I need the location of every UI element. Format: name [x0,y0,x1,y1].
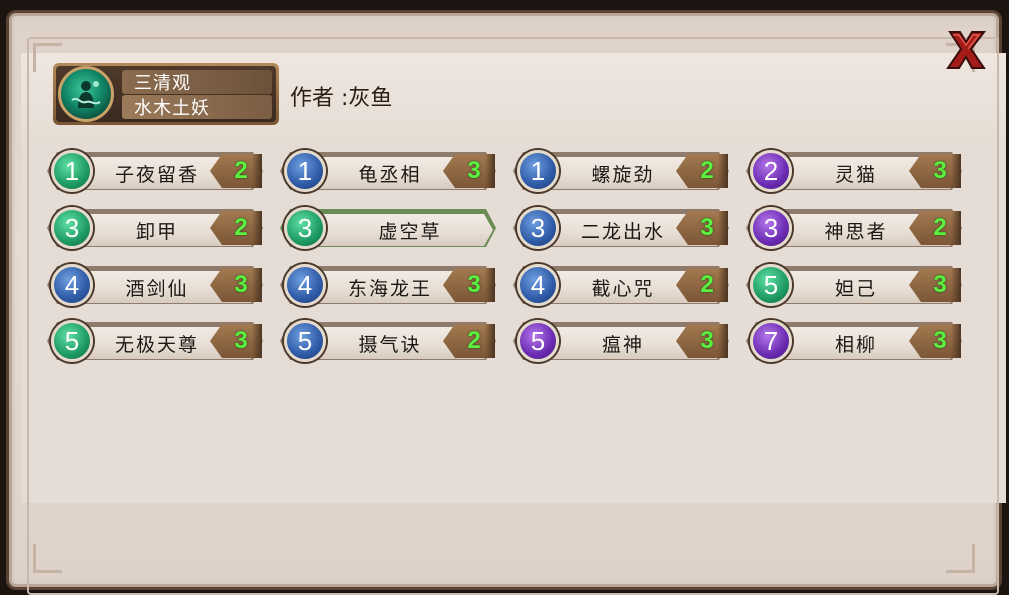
card-cost-gem: 1 [51,150,93,192]
card-name: 截心咒 [591,278,655,300]
card-cost-gem: 4 [51,264,93,306]
card-quantity-value: 3 [933,157,947,184]
card-cost-gem: 2 [750,150,792,192]
card-cost-gem: 7 [750,320,792,362]
card-name: 龟丞相 [358,164,422,186]
card-entry[interactable]: 东海龙王 3 4 [280,264,498,306]
corner-ornament [946,544,975,573]
card-name: 酒剑仙 [125,278,189,300]
card-entry[interactable]: 酒剑仙 3 4 [47,264,265,306]
card-name: 无极天尊 [114,334,199,356]
card-cost-gem: 3 [51,207,93,249]
card-cost-gem: 1 [517,150,559,192]
close-button[interactable] [944,28,988,72]
card-quantity-value: 3 [234,271,248,298]
card-cost-gem: 3 [517,207,559,249]
card-quantity-value: 3 [234,327,248,354]
card-entry[interactable]: 龟丞相 3 1 [280,150,498,192]
card-name: 摄气诀 [358,334,422,356]
card-name: 子夜留香 [114,164,199,186]
card-quantity-value: 3 [467,157,481,184]
card-entry[interactable]: 截心咒 2 4 [513,264,731,306]
card-name: 相柳 [834,334,877,356]
card-entry[interactable]: 二龙出水 3 3 [513,207,731,249]
card-entry[interactable]: 虚空草 3 [280,207,498,249]
card-quantity-value: 3 [933,271,947,298]
card-name: 虚空草 [378,221,442,243]
card-name: 螺旋劲 [591,164,655,186]
card-name: 瘟神 [601,334,644,356]
card-quantity-value: 3 [467,271,481,298]
card-quantity-value: 3 [933,327,947,354]
card-quantity-value: 2 [234,214,248,241]
card-cost-gem: 5 [51,320,93,362]
card-name: 二龙出水 [580,221,665,243]
card-entry[interactable]: 摄气诀 2 5 [280,320,498,362]
card-quantity-value: 3 [700,327,714,354]
card-cost-gem: 1 [284,150,326,192]
card-entry[interactable]: 相柳 3 7 [746,320,964,362]
card-name: 神思者 [824,221,888,243]
jade-spirit-icon [58,66,114,122]
card-entry[interactable]: 神思者 2 3 [746,207,964,249]
card-entry[interactable]: 瘟神 3 5 [513,320,731,362]
card-quantity-value: 2 [467,327,481,354]
card-name: 东海龙王 [347,278,432,300]
card-quantity-value: 2 [700,271,714,298]
card-name: 灵猫 [834,164,877,186]
card-cost-gem: 3 [284,207,326,249]
card-quantity-value: 2 [933,214,947,241]
deck-author: 作者 :灰鱼 [290,86,393,111]
card-name: 卸甲 [135,221,178,243]
card-entry[interactable]: 无极天尊 3 5 [47,320,265,362]
deck-badge: 三清观 水木土妖 [53,63,279,125]
card-entry[interactable]: 灵猫 3 2 [746,150,964,192]
card-cost-gem: 5 [517,320,559,362]
card-entry[interactable]: 螺旋劲 2 1 [513,150,731,192]
card-cost-gem: 3 [750,207,792,249]
card-quantity-value: 2 [234,157,248,184]
deck-type: 水木土妖 [122,95,272,119]
corner-ornament [33,544,62,573]
card-cost-gem: 5 [284,320,326,362]
card-quantity-value: 2 [700,157,714,184]
card-entry[interactable]: 卸甲 2 3 [47,207,265,249]
card-cost-gem: 4 [284,264,326,306]
card-cost-gem: 5 [750,264,792,306]
card-name: 妲己 [834,278,877,300]
card-entry[interactable]: 子夜留香 2 1 [47,150,265,192]
card-cost-gem: 4 [517,264,559,306]
close-x-icon [946,31,987,69]
deck-name: 三清观 [122,70,272,94]
card-quantity-value: 3 [700,214,714,241]
card-entry[interactable]: 妲己 3 5 [746,264,964,306]
